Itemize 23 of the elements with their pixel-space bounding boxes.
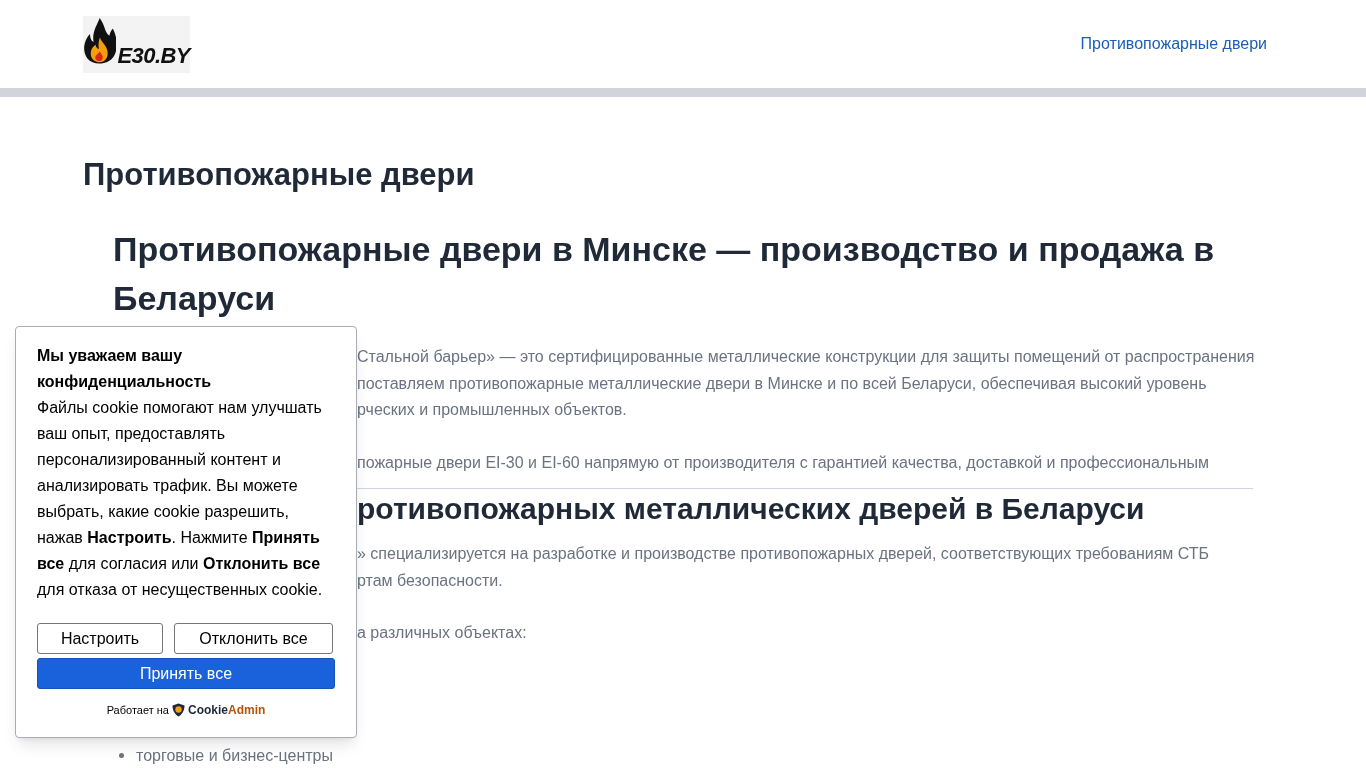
brand-name[interactable]: CookieAdmin xyxy=(188,701,266,719)
nav-link[interactable]: Противопожарные двери xyxy=(1080,32,1267,56)
paragraph-line: поставляем противопожарные металлические двери в Минске и по всей Беларуси, обеспечивая высокий уровень xyxy=(357,373,1207,394)
bullet-icon xyxy=(119,753,124,758)
section-heading: ротивопожарных металлических дверей в Беларуси xyxy=(357,491,1145,527)
banner-text: Файлы cookie помогают нам улучшать ваш опыт, предоставлять персонализированный контент и анализировать трафик. Вы можете выбрать, какие cookie разрешить, нажав Настроить. Нажмите Принять все для согласия или Отклонить все для отказа от несущественных cookie. xyxy=(37,398,324,600)
banner-button[interactable]: Отклонить все xyxy=(174,623,333,654)
list-item: торговые и бизнес-центры xyxy=(136,745,333,766)
paragraph-line: » специализируется на разработке и производстве противопожарных дверей, соответствующих требованиям СТБ xyxy=(357,544,1210,564)
banner-title: Мы уважаем вашу конфиденциальность xyxy=(37,346,213,392)
page-title: Противопожарные двери xyxy=(83,156,476,194)
accept-button[interactable]: Принять все xyxy=(37,658,335,689)
logo-text: E30.BY xyxy=(117,44,190,67)
banner-button[interactable]: Настроить xyxy=(37,623,163,654)
paragraph-line: ртам безопасности. xyxy=(357,570,503,591)
paragraph-line: а различных объектах: xyxy=(357,623,527,643)
article-heading: Противопожарные двери в Минске — производство и продажа в Беларуси xyxy=(113,229,1216,319)
shield-icon xyxy=(172,703,185,717)
paragraph-line: пожарные двери EI-30 и EI-60 напрямую от производителя с гарантией качества, доставкой и профессиональным xyxy=(357,452,1210,473)
paragraph-line: Стальной барьер» — это сертифицированные металлические конструкции для защиты помещений от распространения xyxy=(357,347,1255,367)
paragraph-line: рческих и промышленных объектов. xyxy=(357,400,627,420)
logo[interactable]: E30.BY xyxy=(83,15,190,73)
powered-by-text: Работает на xyxy=(106,702,169,718)
